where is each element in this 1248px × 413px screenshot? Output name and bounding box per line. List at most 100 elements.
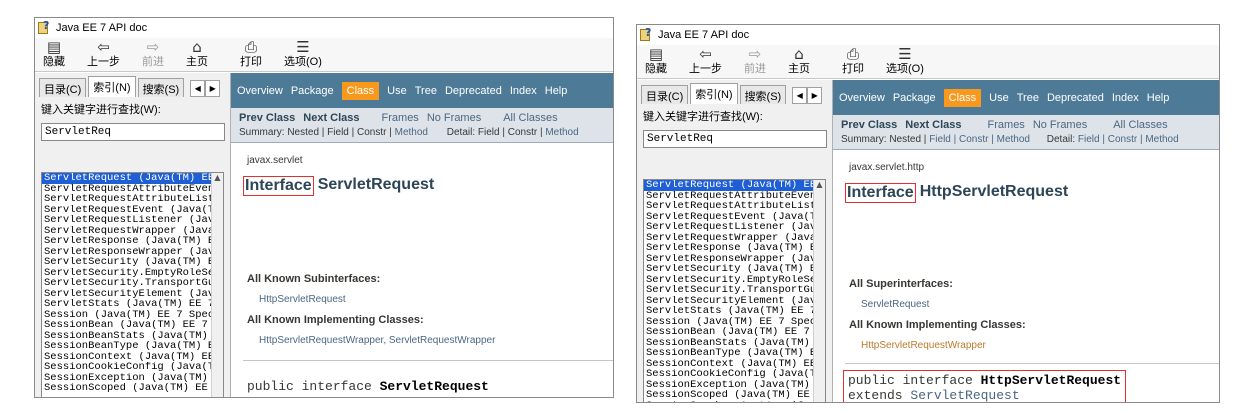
list-item[interactable]: SessionContext (Java(TM) EE bbox=[42, 352, 223, 363]
list-item[interactable]: SessionSynchronization (Java bbox=[644, 401, 825, 403]
list-item[interactable]: ServletSecurityElement (Java bbox=[644, 296, 825, 307]
list-item[interactable]: ServletRequestListener (Java bbox=[42, 215, 223, 226]
toolbar-button-back[interactable]: ⇦ 上一步 bbox=[689, 47, 722, 78]
list-item[interactable]: ServletSecurity.EmptyRoleSem bbox=[42, 268, 223, 279]
toolbar-button-home[interactable]: ⌂ 主页 bbox=[788, 47, 810, 78]
next-class-link[interactable]: Next Class bbox=[303, 112, 359, 124]
list-item[interactable]: ServletRequestAttributeEvent bbox=[42, 184, 223, 195]
nav-deprecated[interactable]: Deprecated bbox=[1047, 92, 1104, 104]
list-item[interactable]: ServletResponse (Java(TM) EE bbox=[42, 236, 223, 247]
implementing-class-link[interactable]: HttpServletRequestWrapper bbox=[861, 340, 1219, 351]
list-item[interactable]: ServletSecurity (Java(TM) EE bbox=[42, 257, 223, 268]
list-item[interactable]: ServletRequestAttributeEvent bbox=[644, 191, 825, 202]
scroll-up-arrow-icon[interactable]: ▲ bbox=[814, 180, 825, 192]
tab-scroll-right-icon[interactable]: ▶ bbox=[807, 87, 823, 104]
list-item[interactable]: ServletResponseWrapper (Java bbox=[644, 254, 825, 265]
all-classes-link[interactable]: All Classes bbox=[503, 112, 557, 124]
list-item[interactable]: ServletRequest (Java(TM) EE 7 bbox=[42, 173, 223, 184]
all-classes-link[interactable]: All Classes bbox=[1113, 119, 1167, 131]
nav-overview[interactable]: Overview bbox=[839, 92, 885, 104]
no-frames-link[interactable]: No Frames bbox=[1033, 119, 1087, 131]
list-item[interactable]: SessionBeanType (Java(TM) EE bbox=[644, 348, 825, 359]
list-item[interactable]: SessionCookieConfig (Java(TM bbox=[644, 369, 825, 380]
summary-method-link[interactable]: Method bbox=[395, 127, 428, 138]
scroll-up-arrow-icon[interactable]: ▲ bbox=[212, 173, 223, 185]
prev-class-link[interactable]: Prev Class bbox=[239, 112, 295, 124]
detail-method-link[interactable]: Method bbox=[545, 127, 578, 138]
nav-help[interactable]: Help bbox=[1147, 92, 1170, 104]
keyword-search-input[interactable] bbox=[41, 123, 225, 141]
list-item[interactable]: ServletSecurity (Java(TM) EE bbox=[644, 264, 825, 275]
nav-help[interactable]: Help bbox=[545, 85, 568, 97]
tab-index[interactable]: 索引(N) bbox=[690, 83, 738, 104]
list-item[interactable]: SessionBean (Java(TM) EE 7 S bbox=[42, 320, 223, 331]
superinterface-link[interactable]: ServletRequest bbox=[861, 299, 1219, 310]
nav-tree[interactable]: Tree bbox=[1017, 92, 1039, 104]
list-item[interactable]: SessionScoped (Java(TM) EE 7 bbox=[644, 390, 825, 401]
list-item[interactable]: Session (Java(TM) EE 7 Speci bbox=[644, 317, 825, 328]
index-list[interactable]: ServletRequest (Java(TM) EE 7 ServletRequ… bbox=[643, 179, 826, 403]
list-item[interactable]: SessionException (Java(TM) E bbox=[42, 373, 223, 384]
next-class-link[interactable]: Next Class bbox=[905, 119, 961, 131]
frames-link[interactable]: Frames bbox=[988, 119, 1025, 131]
nav-deprecated[interactable]: Deprecated bbox=[445, 85, 502, 97]
frames-link[interactable]: Frames bbox=[382, 112, 419, 124]
list-item[interactable]: SessionBeanStats (Java(TM) E bbox=[644, 338, 825, 349]
nav-index[interactable]: Index bbox=[510, 85, 537, 97]
index-list[interactable]: ServletRequest (Java(TM) EE 7 ServletRequ… bbox=[41, 172, 224, 397]
toolbar-button-options[interactable]: ☰ 选项(O) bbox=[284, 40, 322, 71]
extends-link[interactable]: ServletRequest bbox=[910, 388, 1019, 402]
list-item[interactable]: SessionBean (Java(TM) EE 7 S bbox=[644, 327, 825, 338]
list-item[interactable]: SessionBeanStats (Java(TM) E bbox=[42, 331, 223, 342]
list-item[interactable]: ServletRequest (Java(TM) EE 7 bbox=[644, 180, 825, 191]
toolbar-button-hide[interactable]: ▤ 隐藏 bbox=[43, 40, 65, 71]
summary-links[interactable]: Field | Constr | Method bbox=[929, 134, 1030, 145]
list-item[interactable]: ServletRequestListener (Java bbox=[644, 222, 825, 233]
keyword-search-input[interactable] bbox=[643, 130, 827, 148]
toolbar-button-hide[interactable]: ▤ 隐藏 bbox=[645, 47, 667, 78]
tab-scroll-right-icon[interactable]: ▶ bbox=[205, 80, 221, 97]
tab-contents[interactable]: 目录(C) bbox=[39, 78, 87, 97]
toolbar-button-home[interactable]: ⌂ 主页 bbox=[186, 40, 208, 71]
list-item[interactable]: ServletRequestWrapper (Java( bbox=[644, 233, 825, 244]
tab-scroll-left-icon[interactable]: ◀ bbox=[792, 87, 808, 104]
list-item[interactable]: ServletStats (Java(TM) EE 7 bbox=[42, 299, 223, 310]
detail-links[interactable]: Field | Constr | Method bbox=[1078, 134, 1179, 145]
list-item[interactable]: ServletStats (Java(TM) EE 7 bbox=[644, 306, 825, 317]
toolbar-button-forward[interactable]: ⇨ 前进 bbox=[744, 47, 766, 78]
list-item[interactable]: SessionContext (Java(TM) EE bbox=[644, 359, 825, 370]
tab-search[interactable]: 搜索(S) bbox=[137, 78, 185, 97]
nav-use[interactable]: Use bbox=[387, 85, 407, 97]
list-item[interactable]: ServletSecurity.EmptyRoleSem bbox=[644, 275, 825, 286]
list-item[interactable]: ServletRequestEvent (Java(TM bbox=[42, 205, 223, 216]
tab-index[interactable]: 索引(N) bbox=[88, 76, 136, 97]
nav-package[interactable]: Package bbox=[893, 92, 936, 104]
list-item[interactable]: ServletSecurity.TransportGua bbox=[42, 278, 223, 289]
list-item[interactable]: SessionCookieConfig (Java(TM bbox=[42, 362, 223, 373]
toolbar-button-back[interactable]: ⇦ 上一步 bbox=[87, 40, 120, 71]
list-item[interactable]: ServletRequestWrapper (Java( bbox=[42, 226, 223, 237]
no-frames-link[interactable]: No Frames bbox=[427, 112, 481, 124]
nav-use[interactable]: Use bbox=[989, 92, 1009, 104]
toolbar-button-forward[interactable]: ⇨ 前进 bbox=[142, 40, 164, 71]
list-item[interactable]: ServletResponseWrapper (Java bbox=[42, 247, 223, 258]
prev-class-link[interactable]: Prev Class bbox=[841, 119, 897, 131]
list-item[interactable]: SessionScoped (Java(TM) EE 7 bbox=[42, 383, 223, 394]
implementing-classes-links[interactable]: HttpServletRequestWrapper, ServletReques… bbox=[259, 335, 613, 346]
list-item[interactable]: ServletSecurity.TransportGua bbox=[644, 285, 825, 296]
index-list-scrollbar[interactable]: ▲ bbox=[211, 173, 223, 397]
toolbar-button-print[interactable]: ⎙ 打印 bbox=[842, 47, 864, 78]
tab-scroll-left-icon[interactable]: ◀ bbox=[190, 80, 206, 97]
list-item[interactable]: ServletRequestEvent (Java(TM bbox=[644, 212, 825, 223]
nav-index[interactable]: Index bbox=[1112, 92, 1139, 104]
tab-search[interactable]: 搜索(S) bbox=[739, 85, 787, 104]
list-item[interactable]: ServletSecurityElement (Java bbox=[42, 289, 223, 300]
toolbar-button-options[interactable]: ☰ 选项(O) bbox=[886, 47, 924, 78]
list-item[interactable]: ServletResponse (Java(TM) EE bbox=[644, 243, 825, 254]
list-item[interactable]: SessionException (Java(TM) E bbox=[644, 380, 825, 391]
list-item[interactable]: Session (Java(TM) EE 7 Speci bbox=[42, 310, 223, 321]
list-item[interactable]: ServletRequestAttributeListe bbox=[644, 201, 825, 212]
nav-overview[interactable]: Overview bbox=[237, 85, 283, 97]
nav-package[interactable]: Package bbox=[291, 85, 334, 97]
tab-contents[interactable]: 目录(C) bbox=[641, 85, 689, 104]
